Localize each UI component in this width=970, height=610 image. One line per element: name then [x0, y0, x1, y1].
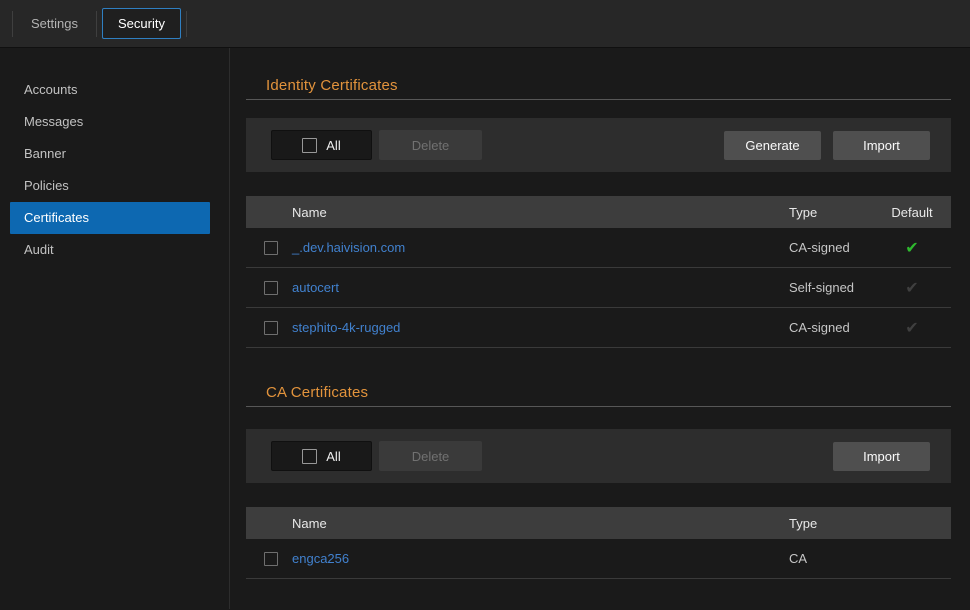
- top-navigation-bar: Settings Security: [0, 0, 970, 48]
- generate-button[interactable]: Generate: [724, 131, 821, 160]
- select-all-checkbox[interactable]: [302, 138, 317, 153]
- certificate-link[interactable]: _.dev.haivision.com: [292, 240, 405, 255]
- table-row: autocert Self-signed: [246, 268, 951, 308]
- select-all-button[interactable]: All: [271, 130, 372, 160]
- section-divider: [246, 406, 951, 407]
- identity-certificates-title: Identity Certificates: [246, 77, 951, 94]
- default-check-icon[interactable]: [905, 240, 918, 257]
- row-checkbox[interactable]: [264, 552, 278, 566]
- table-header: Name Type: [246, 507, 951, 539]
- tab-settings[interactable]: Settings: [13, 8, 96, 39]
- select-all-button[interactable]: All: [271, 441, 372, 471]
- certificate-type: CA-signed: [789, 320, 884, 335]
- delete-button[interactable]: Delete: [379, 441, 482, 471]
- certificate-type: CA-signed: [789, 240, 884, 255]
- ca-certificates-title: CA Certificates: [246, 384, 951, 401]
- certificates-panel: Identity Certificates All Delete Generat…: [230, 48, 970, 609]
- sidebar-item-messages[interactable]: Messages: [0, 106, 229, 138]
- row-checkbox[interactable]: [264, 281, 278, 295]
- column-header-name: Name: [292, 205, 789, 220]
- column-header-type: Type: [789, 205, 884, 220]
- import-button[interactable]: Import: [833, 442, 930, 471]
- table-header: Name Type Default: [246, 196, 951, 228]
- row-checkbox[interactable]: [264, 321, 278, 335]
- settings-sidebar: Accounts Messages Banner Policies Certif…: [0, 48, 230, 609]
- sidebar-item-policies[interactable]: Policies: [0, 170, 229, 202]
- certificate-type: Self-signed: [789, 280, 884, 295]
- certificate-type: CA: [789, 551, 940, 566]
- sidebar-item-certificates[interactable]: Certificates: [10, 202, 210, 234]
- column-header-name: Name: [292, 516, 789, 531]
- section-divider: [246, 99, 951, 100]
- page-content: Accounts Messages Banner Policies Certif…: [0, 48, 970, 609]
- tab-security[interactable]: Security: [102, 8, 181, 39]
- topbar-divider: [96, 11, 97, 37]
- import-button[interactable]: Import: [833, 131, 930, 160]
- identity-toolbar: All Delete Generate Import: [246, 118, 951, 172]
- certificate-link[interactable]: engca256: [292, 551, 349, 566]
- certificate-link[interactable]: stephito-4k-rugged: [292, 320, 400, 335]
- delete-button[interactable]: Delete: [379, 130, 482, 160]
- sidebar-item-audit[interactable]: Audit: [0, 234, 229, 266]
- table-row: engca256 CA: [246, 539, 951, 579]
- certificate-link[interactable]: autocert: [292, 280, 339, 295]
- column-header-default: Default: [884, 205, 940, 220]
- topbar-divider: [186, 11, 187, 37]
- ca-toolbar: All Delete Import: [246, 429, 951, 483]
- default-check-icon[interactable]: [905, 280, 918, 297]
- table-row: stephito-4k-rugged CA-signed: [246, 308, 951, 348]
- sidebar-item-banner[interactable]: Banner: [0, 138, 229, 170]
- select-all-label: All: [326, 138, 340, 153]
- row-checkbox[interactable]: [264, 241, 278, 255]
- ca-certificates-table: Name Type engca256 CA: [246, 507, 951, 579]
- identity-certificates-table: Name Type Default _.dev.haivision.com CA…: [246, 196, 951, 348]
- select-all-label: All: [326, 449, 340, 464]
- column-header-type: Type: [789, 516, 940, 531]
- default-check-icon[interactable]: [905, 320, 918, 337]
- table-row: _.dev.haivision.com CA-signed: [246, 228, 951, 268]
- sidebar-item-accounts[interactable]: Accounts: [0, 74, 229, 106]
- select-all-checkbox[interactable]: [302, 449, 317, 464]
